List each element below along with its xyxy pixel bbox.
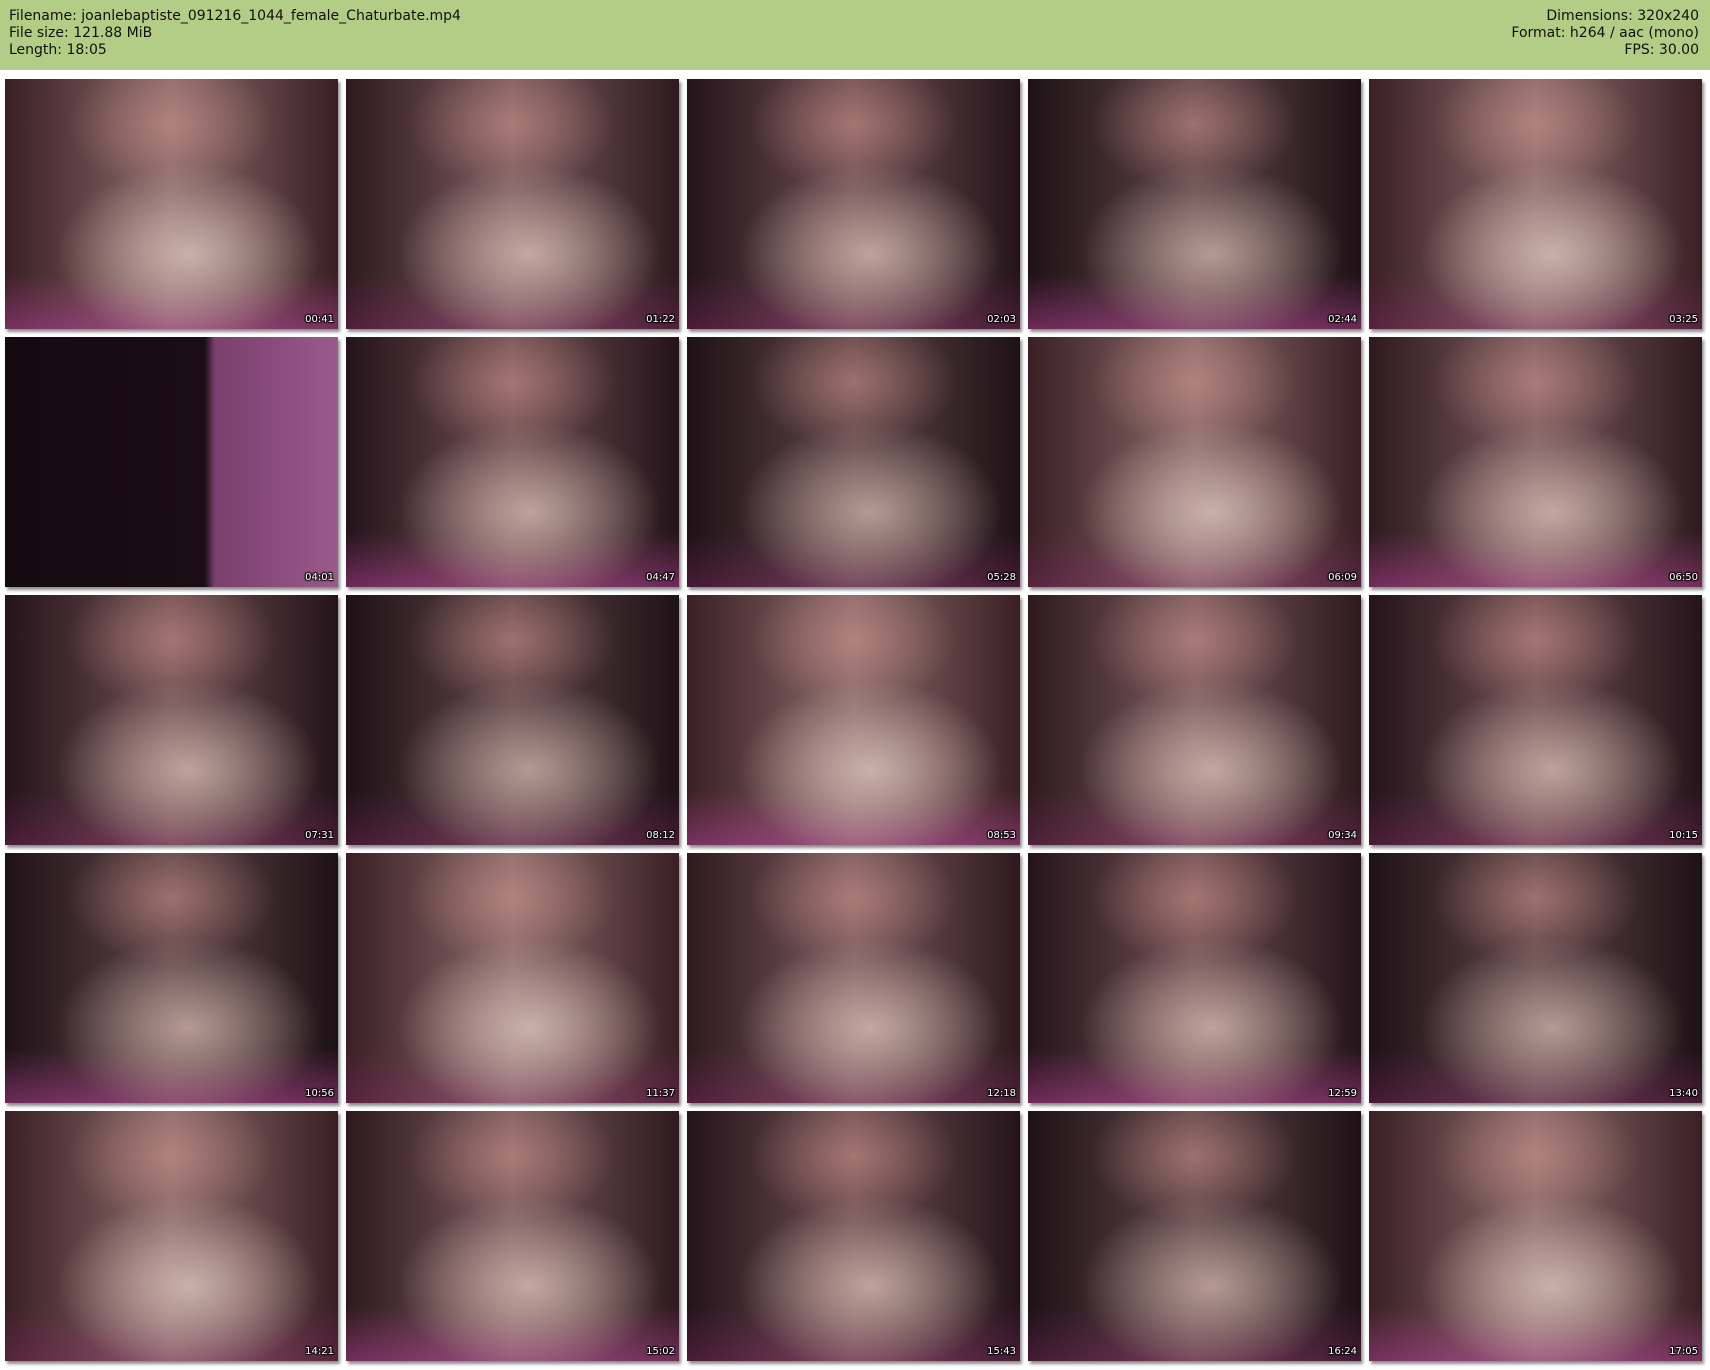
video-thumbnail: 04:01 <box>5 337 338 587</box>
thumbnail-timestamp: 00:41 <box>305 314 334 325</box>
thumbnail-timestamp: 08:53 <box>987 830 1016 841</box>
video-thumbnail: 11:37 <box>346 853 679 1103</box>
thumbnail-timestamp: 16:24 <box>1328 1346 1357 1357</box>
dimensions-text: Dimensions: 320x240 <box>1546 8 1699 24</box>
thumbnail-image <box>687 595 1020 845</box>
thumbnail-image <box>1028 595 1361 845</box>
length-text: Length: 18:05 <box>9 42 107 58</box>
video-thumbnail: 12:18 <box>687 853 1020 1103</box>
thumbnail-image <box>346 337 679 587</box>
thumbnail-timestamp: 08:12 <box>646 830 675 841</box>
video-thumbnail: 12:59 <box>1028 853 1361 1103</box>
thumbnail-image <box>1369 853 1702 1103</box>
thumbnail-grid: 00:41 01:22 02:03 02:44 03:25 04:01 04:47 05:28… <box>5 79 1705 1363</box>
thumbnail-timestamp: 07:31 <box>305 830 334 841</box>
thumbnail-image <box>5 1111 338 1361</box>
thumbnail-timestamp: 13:40 <box>1669 1088 1698 1099</box>
video-thumbnail: 02:44 <box>1028 79 1361 329</box>
video-thumbnail: 08:12 <box>346 595 679 845</box>
video-thumbnail: 15:02 <box>346 1111 679 1361</box>
thumbnail-image <box>1028 337 1361 587</box>
thumbnail-image <box>1028 853 1361 1103</box>
thumbnail-timestamp: 14:21 <box>305 1346 334 1357</box>
thumbnail-image <box>346 79 679 329</box>
video-thumbnail: 13:40 <box>1369 853 1702 1103</box>
video-thumbnail: 07:31 <box>5 595 338 845</box>
video-thumbnail: 09:34 <box>1028 595 1361 845</box>
thumbnail-timestamp: 05:28 <box>987 572 1016 583</box>
file-info-right: Dimensions: 320x240 Format: h264 / aac (… <box>1511 8 1699 59</box>
thumbnail-timestamp: 12:18 <box>987 1088 1016 1099</box>
file-info-left: Filename: joanlebaptiste_091216_1044_fem… <box>9 8 461 59</box>
thumbnail-timestamp: 15:02 <box>646 1346 675 1357</box>
thumbnail-image <box>1369 79 1702 329</box>
video-thumbnail: 02:03 <box>687 79 1020 329</box>
thumbnail-image <box>346 1111 679 1361</box>
fps-text: FPS: 30.00 <box>1624 42 1699 58</box>
filename-text: Filename: joanlebaptiste_091216_1044_fem… <box>9 8 461 24</box>
video-thumbnail: 05:28 <box>687 337 1020 587</box>
video-thumbnail: 16:24 <box>1028 1111 1361 1361</box>
video-thumbnail: 06:50 <box>1369 337 1702 587</box>
thumbnail-timestamp: 12:59 <box>1328 1088 1357 1099</box>
thumbnail-timestamp: 10:15 <box>1669 830 1698 841</box>
thumbnail-timestamp: 04:47 <box>646 572 675 583</box>
thumbnail-timestamp: 06:09 <box>1328 572 1357 583</box>
info-header: Filename: joanlebaptiste_091216_1044_fem… <box>0 0 1710 70</box>
thumbnail-image <box>1028 1111 1361 1361</box>
thumbnail-timestamp: 03:25 <box>1669 314 1698 325</box>
video-thumbnail: 17:05 <box>1369 1111 1702 1361</box>
thumbnail-image <box>687 337 1020 587</box>
thumbnail-image <box>687 79 1020 329</box>
thumbnail-image <box>346 853 679 1103</box>
video-thumbnail: 10:56 <box>5 853 338 1103</box>
video-thumbnail: 15:43 <box>687 1111 1020 1361</box>
thumbnail-image <box>5 79 338 329</box>
video-thumbnail: 01:22 <box>346 79 679 329</box>
thumbnail-timestamp: 15:43 <box>987 1346 1016 1357</box>
thumbnail-image <box>5 595 338 845</box>
video-thumbnail: 03:25 <box>1369 79 1702 329</box>
thumbnail-image <box>5 853 338 1103</box>
thumbnail-image <box>1028 79 1361 329</box>
video-thumbnail: 00:41 <box>5 79 338 329</box>
video-thumbnail: 04:47 <box>346 337 679 587</box>
filesize-text: File size: 121.88 MiB <box>9 25 153 41</box>
thumbnail-image <box>346 595 679 845</box>
thumbnail-image <box>687 853 1020 1103</box>
thumbnail-image <box>5 337 338 587</box>
video-thumbnail: 14:21 <box>5 1111 338 1361</box>
thumbnail-image <box>1369 1111 1702 1361</box>
thumbnail-image <box>1369 595 1702 845</box>
thumbnail-timestamp: 11:37 <box>646 1088 675 1099</box>
video-thumbnail: 06:09 <box>1028 337 1361 587</box>
thumbnail-timestamp: 04:01 <box>305 572 334 583</box>
thumbnail-timestamp: 06:50 <box>1669 572 1698 583</box>
thumbnail-timestamp: 09:34 <box>1328 830 1357 841</box>
thumbnail-timestamp: 02:03 <box>987 314 1016 325</box>
video-thumbnail: 08:53 <box>687 595 1020 845</box>
thumbnail-image <box>687 1111 1020 1361</box>
thumbnail-timestamp: 02:44 <box>1328 314 1357 325</box>
thumbnail-timestamp: 01:22 <box>646 314 675 325</box>
thumbnail-timestamp: 10:56 <box>305 1088 334 1099</box>
thumbnail-timestamp: 17:05 <box>1669 1346 1698 1357</box>
video-thumbnail: 10:15 <box>1369 595 1702 845</box>
format-text: Format: h264 / aac (mono) <box>1511 25 1699 41</box>
thumbnail-image <box>1369 337 1702 587</box>
